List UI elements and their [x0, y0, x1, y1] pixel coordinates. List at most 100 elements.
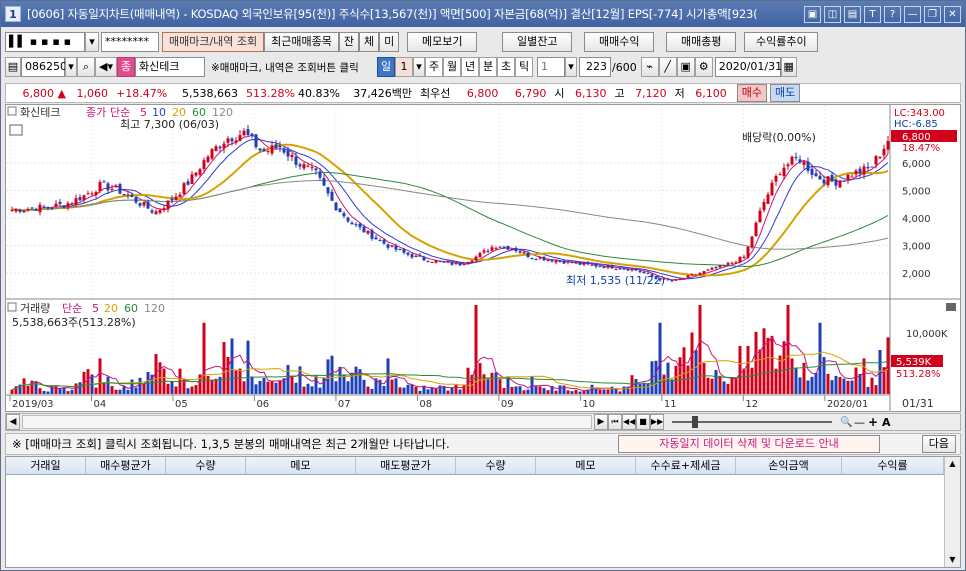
save-icon[interactable]: ▣ — [676, 57, 695, 77]
tick-dropdown-icon[interactable]: ▾ — [565, 57, 577, 77]
app-icon[interactable]: 1 — [5, 6, 21, 22]
buy-button[interactable]: 매수 — [736, 84, 767, 102]
font-button[interactable]: T — [864, 5, 881, 23]
candle-body — [478, 253, 482, 258]
first-icon[interactable]: ⏮ — [608, 414, 622, 430]
chart-tool-icon[interactable]: ⌁ — [640, 57, 659, 77]
account-field[interactable]: ▌▌ ▪ ▪ ▪ ▪ — [5, 32, 85, 52]
period-tick-tab[interactable]: 틱 — [515, 57, 533, 77]
return-trend-button[interactable]: 수익률추이 — [744, 32, 819, 52]
chevron-down-icon[interactable]: ▾ — [85, 32, 99, 52]
calendar-icon[interactable]: ▦ — [780, 57, 797, 77]
code-dropdown-icon[interactable]: ▾ — [65, 57, 77, 77]
volume-bar — [42, 390, 46, 394]
candle-body — [342, 213, 346, 217]
volume-bar — [686, 365, 690, 394]
minimize-button[interactable]: — — [904, 5, 921, 23]
restore-button[interactable]: ❐ — [924, 5, 941, 23]
unexecuted-button[interactable]: 미 — [379, 32, 400, 52]
title-btn-1[interactable]: ▣ — [804, 5, 821, 23]
candle-body — [466, 262, 470, 265]
period-second-tab[interactable]: 초 — [497, 57, 515, 77]
help-button[interactable]: ? — [884, 5, 901, 23]
trade-query-button[interactable]: 매매마크/내역 조회 — [162, 32, 265, 52]
stop-icon[interactable]: ■ — [636, 414, 650, 430]
candle-body — [374, 237, 378, 240]
candle-body — [446, 261, 450, 263]
next-button[interactable]: 다음 — [921, 435, 956, 453]
stock-code-input[interactable]: 086250 — [21, 57, 67, 77]
speaker-icon[interactable]: ◀▾ — [95, 57, 117, 77]
sell-button[interactable]: 매도 — [770, 84, 801, 102]
zoom-slider[interactable] — [672, 416, 832, 428]
scroll-up-icon[interactable]: ▲ — [945, 457, 960, 471]
search-icon[interactable]: ⌕ — [77, 57, 95, 77]
period-week-tab[interactable]: 주 — [425, 57, 443, 77]
trade-profit-button[interactable]: 매매수익 — [584, 32, 655, 52]
volume-bar — [118, 389, 122, 394]
volume-bar — [418, 390, 422, 394]
price-volume-chart[interactable]: 화신테크 종가 단순 5 10 20 60 120 최고 7,300 (06/0… — [6, 105, 960, 411]
memo-button[interactable]: 메모보기 — [407, 32, 478, 52]
period-year-tab[interactable]: 년 — [461, 57, 479, 77]
candle-body — [182, 183, 186, 195]
candle-body — [298, 164, 302, 167]
date-field[interactable]: 2020/01/31 — [714, 57, 782, 77]
volume-bar — [242, 381, 246, 394]
volume-bar — [406, 384, 410, 394]
stock-name-field[interactable]: 화신테크 — [135, 57, 205, 77]
volume-bar — [458, 389, 462, 394]
candle-body — [86, 193, 90, 195]
chart-area[interactable]: 화신테크 종가 단순 5 10 20 60 120 최고 7,300 (06/0… — [5, 104, 961, 412]
candle-body — [562, 260, 566, 264]
period-minute-tab[interactable]: 분 — [479, 57, 497, 77]
scroll-left-icon[interactable]: ◀ — [6, 414, 20, 430]
period-dropdown-icon[interactable]: ▾ — [413, 57, 425, 77]
pin-icon[interactable]: ▤ — [5, 57, 21, 77]
candle-body — [830, 174, 834, 182]
recent-stocks-button[interactable]: 최근매매종목 — [264, 32, 339, 52]
volume-bar — [522, 390, 526, 394]
zoom-slider-handle[interactable] — [692, 416, 698, 428]
grid-icon[interactable] — [9, 124, 23, 136]
magnifier-icon[interactable]: 🔍 — [840, 417, 854, 428]
tick-num-field[interactable]: 1 — [537, 57, 565, 77]
candle-body — [794, 157, 798, 159]
volume-bar — [70, 389, 74, 394]
close-button[interactable]: ✕ — [944, 5, 961, 23]
daily-balance-button[interactable]: 일별잔고 — [502, 32, 573, 52]
volume-bar — [610, 386, 614, 394]
period-num-field[interactable]: 1 — [395, 57, 413, 77]
zoom-in-icon[interactable]: + — [868, 415, 882, 429]
volume-bar — [26, 385, 30, 394]
count-field[interactable]: 223 — [579, 57, 611, 77]
candle-body — [126, 194, 130, 196]
data-download-link[interactable]: 자동일지 데이터 삭제 및 다운로드 안내 — [618, 435, 880, 453]
horizontal-scrollbar[interactable] — [22, 415, 592, 429]
rewind-icon[interactable]: ◀◀ — [622, 414, 636, 430]
balance-button[interactable]: 잔 — [338, 32, 360, 52]
table-vertical-scrollbar[interactable]: ▲ ▼ — [944, 457, 960, 567]
scroll-right-icon[interactable]: ▶ — [594, 414, 608, 430]
volume-bar — [410, 384, 414, 394]
candle-body — [618, 268, 622, 270]
trade-total-button[interactable]: 매매총평 — [666, 32, 737, 52]
candle-body — [134, 197, 138, 203]
title-btn-3[interactable]: ▤ — [844, 5, 861, 23]
forward-icon[interactable]: ▶▶ — [650, 414, 664, 430]
draw-line-icon[interactable]: ╱ — [658, 57, 677, 77]
auto-scale-icon[interactable]: A — [882, 416, 896, 429]
password-field[interactable]: ******** — [101, 32, 159, 52]
volume-bar — [826, 373, 830, 394]
title-btn-2[interactable]: ◫ — [824, 5, 841, 23]
scroll-down-icon[interactable]: ▼ — [945, 553, 960, 567]
zoom-out-icon[interactable]: — — [854, 416, 868, 429]
volume-bar — [334, 381, 338, 394]
period-day-tab[interactable]: 일 — [377, 57, 395, 77]
settings-icon[interactable]: ⚙ — [694, 57, 713, 77]
executed-button[interactable]: 체 — [359, 32, 380, 52]
volume-bar — [790, 358, 794, 394]
candle-body — [806, 161, 810, 171]
candle-body — [670, 279, 674, 282]
period-month-tab[interactable]: 월 — [443, 57, 461, 77]
